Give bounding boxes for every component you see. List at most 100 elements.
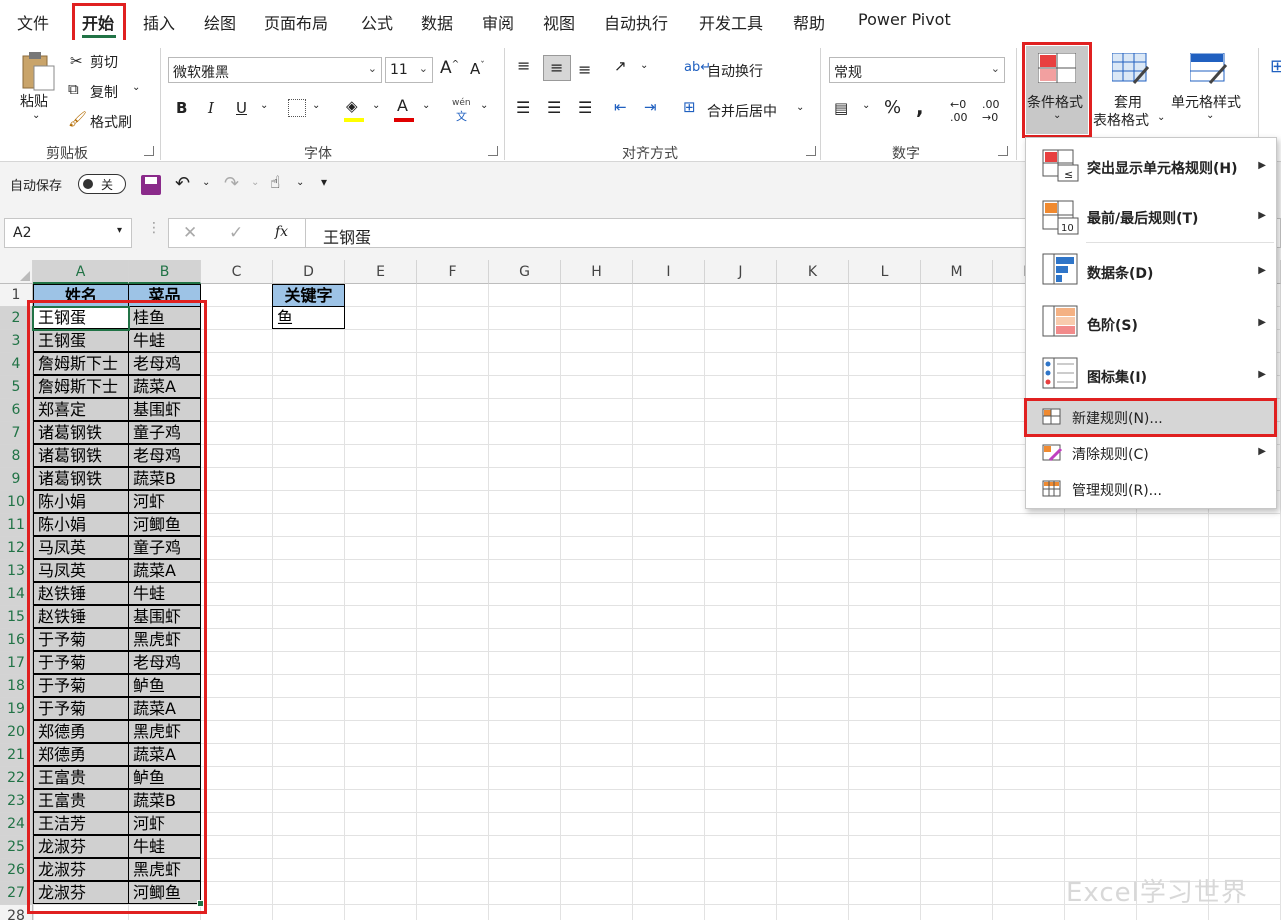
tab-automate[interactable]: 自动执行 <box>604 10 668 34</box>
column-header-e[interactable]: E <box>345 260 417 284</box>
column-header-k[interactable]: K <box>777 260 849 284</box>
tab-developer[interactable]: 开发工具 <box>699 10 763 34</box>
column-header-b[interactable]: B <box>129 260 201 284</box>
column-header-j[interactable]: J <box>705 260 777 284</box>
tab-file[interactable]: 文件 <box>17 10 49 34</box>
column-header-a[interactable]: A <box>33 260 129 284</box>
copy-button[interactable]: 复制 <box>90 82 118 102</box>
comma-style-icon[interactable]: , <box>916 95 924 119</box>
menu-item-data-bars[interactable]: 数据条(D) ▶ <box>1026 243 1276 295</box>
tab-help[interactable]: 帮助 <box>793 10 825 34</box>
merge-center-button[interactable]: 合并后居中 <box>707 101 777 121</box>
column-header-i[interactable]: I <box>633 260 705 284</box>
phonetic-guide-button[interactable]: wén <box>452 98 471 108</box>
name-box-dropdown-icon[interactable]: ▾ <box>117 225 122 236</box>
number-format-select[interactable]: 常规 ⌄ <box>829 57 1005 83</box>
tab-insert[interactable]: 插入 <box>143 10 175 34</box>
menu-item-clear-rules[interactable]: 清除规则(C) ▶ <box>1026 436 1276 470</box>
cut-button[interactable]: 剪切 <box>90 52 118 72</box>
column-header-m[interactable]: M <box>921 260 993 284</box>
accounting-format-icon[interactable]: ▤ <box>834 99 848 117</box>
autosave-toggle[interactable]: 关 <box>78 174 126 194</box>
cancel-icon[interactable]: ✕ <box>183 223 197 243</box>
column-header-h[interactable]: H <box>561 260 633 284</box>
percent-style-icon[interactable]: % <box>884 97 901 118</box>
tab-power-pivot[interactable]: Power Pivot <box>858 10 951 29</box>
redo-icon[interactable]: ↷ <box>224 173 239 194</box>
format-as-table-icon[interactable] <box>1111 52 1150 89</box>
format-as-table-line1[interactable]: 套用 <box>1114 92 1142 112</box>
undo-icon[interactable]: ↶ <box>175 173 190 194</box>
align-bottom-icon[interactable]: ≡ <box>578 60 591 79</box>
fill-color-icon[interactable]: ◈ <box>346 97 358 115</box>
column-header-l[interactable]: L <box>849 260 921 284</box>
touch-dropdown-icon[interactable]: ⌄ <box>296 177 304 188</box>
align-center-icon[interactable]: ☰ <box>547 98 561 117</box>
format-painter-button[interactable]: 格式刷 <box>90 112 132 132</box>
font-launcher-icon[interactable] <box>488 146 498 156</box>
tab-review[interactable]: 审阅 <box>482 10 514 34</box>
format-as-table-line2[interactable]: 表格格式 <box>1093 110 1149 130</box>
align-top-icon[interactable]: ≡ <box>517 56 530 75</box>
column-header-c[interactable]: C <box>201 260 273 284</box>
align-right-icon[interactable]: ☰ <box>578 98 592 117</box>
fill-dropdown-icon[interactable]: ⌄ <box>372 100 380 111</box>
menu-item-highlight-rules[interactable]: ≤ 突出显示单元格规则(H) ▶ <box>1026 138 1276 190</box>
increase-font-icon[interactable]: A^ <box>440 58 459 78</box>
undo-dropdown-icon[interactable]: ⌄ <box>202 177 210 188</box>
paste-icon[interactable] <box>20 50 56 96</box>
column-header-d[interactable]: D <box>273 260 345 284</box>
paste-dropdown-icon[interactable]: ⌄ <box>32 110 40 121</box>
underline-dropdown-icon[interactable]: ⌄ <box>260 100 268 111</box>
clipboard-launcher-icon[interactable] <box>144 146 154 156</box>
underline-button[interactable]: U <box>236 99 247 117</box>
font-size-select[interactable]: 11 ⌄ <box>385 57 433 83</box>
decrease-font-icon[interactable]: Aˇ <box>470 60 485 78</box>
paste-button[interactable]: 粘贴 <box>20 91 48 111</box>
cell-d1-keyword-header[interactable]: 关键字 <box>272 284 345 307</box>
tab-view[interactable]: 视图 <box>543 10 575 34</box>
accounting-dropdown-icon[interactable]: ⌄ <box>862 100 870 111</box>
column-header-g[interactable]: G <box>489 260 561 284</box>
increase-indent-icon[interactable]: ⇥ <box>644 98 657 116</box>
copy-dropdown-icon[interactable]: ⌄ <box>132 82 140 93</box>
wrap-text-button[interactable]: 自动换行 <box>707 61 763 81</box>
font-color-icon[interactable]: A <box>397 96 408 115</box>
menu-item-color-scales[interactable]: 色阶(S) ▶ <box>1026 295 1276 347</box>
orientation-dropdown-icon[interactable]: ⌄ <box>640 60 648 71</box>
menu-item-top-bottom-rules[interactable]: 10 最前/最后规则(T) ▶ <box>1026 190 1276 242</box>
menu-item-icon-sets[interactable]: 图标集(I) ▶ <box>1026 347 1276 399</box>
borders-dropdown-icon[interactable]: ⌄ <box>312 100 320 111</box>
phonetic-dropdown-icon[interactable]: ⌄ <box>480 100 488 111</box>
borders-icon[interactable] <box>288 99 306 117</box>
format-as-table-dropdown-icon[interactable]: ⌄ <box>1157 112 1165 123</box>
italic-button[interactable]: I <box>208 99 214 117</box>
select-all-corner[interactable] <box>0 260 33 284</box>
merge-dropdown-icon[interactable]: ⌄ <box>796 102 804 113</box>
redo-dropdown-icon[interactable]: ⌄ <box>251 177 259 188</box>
align-middle-icon[interactable]: ≡ <box>543 55 571 81</box>
bold-button[interactable]: B <box>176 99 187 117</box>
alignment-launcher-icon[interactable] <box>806 146 816 156</box>
increase-decimal-icon[interactable]: ←0.00 <box>950 98 968 124</box>
decrease-decimal-icon[interactable]: .00 →0 <box>982 98 1000 124</box>
insert-cells-icon[interactable]: ⊞ <box>1270 56 1281 77</box>
cell-styles-dropdown-icon[interactable]: ⌄ <box>1206 110 1214 121</box>
save-icon[interactable] <box>141 175 161 195</box>
cell-styles-button[interactable]: 单元格样式 <box>1171 92 1241 112</box>
insert-function-icon[interactable]: fx <box>275 224 288 240</box>
customize-qat-icon[interactable]: ▾ <box>321 175 327 189</box>
enter-icon[interactable]: ✓ <box>229 223 243 243</box>
tab-data[interactable]: 数据 <box>421 10 453 34</box>
cell-styles-icon[interactable] <box>1189 52 1228 89</box>
name-box[interactable]: A2 ▾ <box>4 218 132 248</box>
tab-page-layout[interactable]: 页面布局 <box>264 10 328 34</box>
font-name-select[interactable]: 微软雅黑 ⌄ <box>168 57 382 83</box>
number-launcher-icon[interactable] <box>998 146 1008 156</box>
font-color-dropdown-icon[interactable]: ⌄ <box>422 100 430 111</box>
touch-mode-icon[interactable]: ☝ <box>270 173 280 193</box>
menu-item-manage-rules[interactable]: 管理规则(R)... <box>1026 472 1276 506</box>
align-left-icon[interactable]: ☰ <box>516 98 530 117</box>
orientation-icon[interactable]: ↗ <box>614 57 627 75</box>
tab-draw[interactable]: 绘图 <box>204 10 236 34</box>
